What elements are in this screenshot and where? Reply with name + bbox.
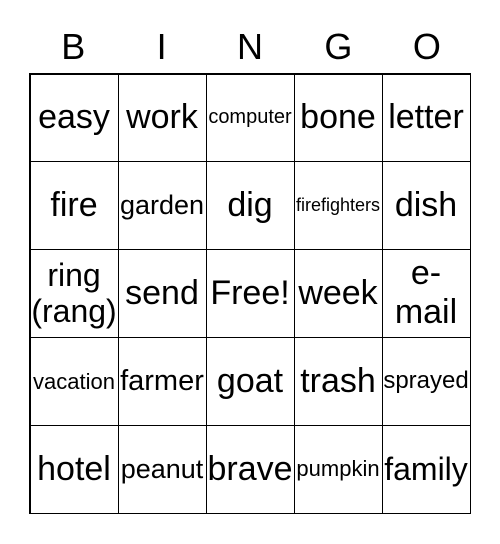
bingo-cell[interactable]: peanut: [117, 424, 207, 514]
cell-text: dig: [227, 186, 273, 225]
header-letter: O: [412, 26, 441, 67]
bingo-cell[interactable]: pumpkin: [293, 424, 383, 514]
bingo-cell[interactable]: garden: [117, 161, 207, 251]
header-letter: N: [237, 26, 264, 67]
bingo-grid: easy work computer bone letter fire garden dig f…: [29, 73, 471, 514]
bingo-cell[interactable]: goat: [205, 336, 295, 426]
header-letter: G: [324, 26, 353, 67]
bingo-cell[interactable]: vacation: [29, 336, 119, 426]
cell-text: Free!: [210, 273, 290, 312]
cell-text: bone: [300, 98, 376, 137]
cell-text: brave: [207, 449, 293, 488]
bingo-cell[interactable]: firefighters: [293, 161, 383, 251]
bingo-cell[interactable]: family: [381, 424, 471, 514]
cell-text: easy: [38, 98, 110, 137]
bingo-cell[interactable]: sprayed: [381, 336, 471, 426]
cell-text: sprayed: [383, 367, 469, 395]
bingo-cell[interactable]: dig: [205, 161, 295, 251]
bingo-cell[interactable]: work: [117, 73, 207, 163]
bingo-cell[interactable]: ring (rang): [29, 249, 119, 338]
header-letter: I: [156, 26, 167, 67]
bingo-cell[interactable]: fire: [29, 161, 119, 251]
bingo-cell[interactable]: computer: [205, 73, 295, 163]
bingo-header: BINGO: [29, 22, 471, 72]
cell-text: fire: [50, 186, 98, 225]
bingo-cell[interactable]: send: [117, 249, 207, 338]
bingo-cell[interactable]: brave: [205, 424, 295, 514]
bingo-cell[interactable]: e-mail: [381, 249, 471, 338]
cell-text: ring (rang): [31, 256, 117, 330]
free-space-cell[interactable]: Free!: [205, 249, 295, 338]
bingo-cell[interactable]: week: [293, 249, 383, 338]
bingo-cell[interactable]: dish: [381, 161, 471, 251]
cell-text: family: [384, 450, 468, 487]
cell-text: trash: [300, 361, 376, 400]
cell-text: computer: [208, 106, 292, 129]
bingo-cell[interactable]: trash: [293, 336, 383, 426]
cell-text: e-mail: [394, 254, 458, 332]
cell-text: vacation: [33, 368, 115, 394]
bingo-cell[interactable]: bone: [293, 73, 383, 163]
cell-text: peanut: [120, 453, 204, 484]
bingo-cell[interactable]: hotel: [29, 424, 119, 514]
bingo-cell[interactable]: letter: [381, 73, 471, 163]
header-letter: B: [61, 26, 86, 67]
cell-text: goat: [216, 361, 284, 400]
cell-text: work: [126, 98, 198, 137]
bingo-cell[interactable]: easy: [29, 73, 119, 163]
bingo-cell[interactable]: farmer: [117, 336, 207, 426]
cell-text: pumpkin: [296, 456, 380, 482]
cell-text: letter: [388, 98, 464, 137]
cell-text: dish: [394, 186, 458, 225]
cell-text: week: [298, 273, 378, 312]
cell-text: hotel: [37, 449, 111, 488]
cell-text: send: [125, 273, 199, 312]
cell-text: firefighters: [295, 195, 381, 216]
cell-text: farmer: [120, 364, 204, 397]
cell-text: garden: [119, 190, 205, 221]
